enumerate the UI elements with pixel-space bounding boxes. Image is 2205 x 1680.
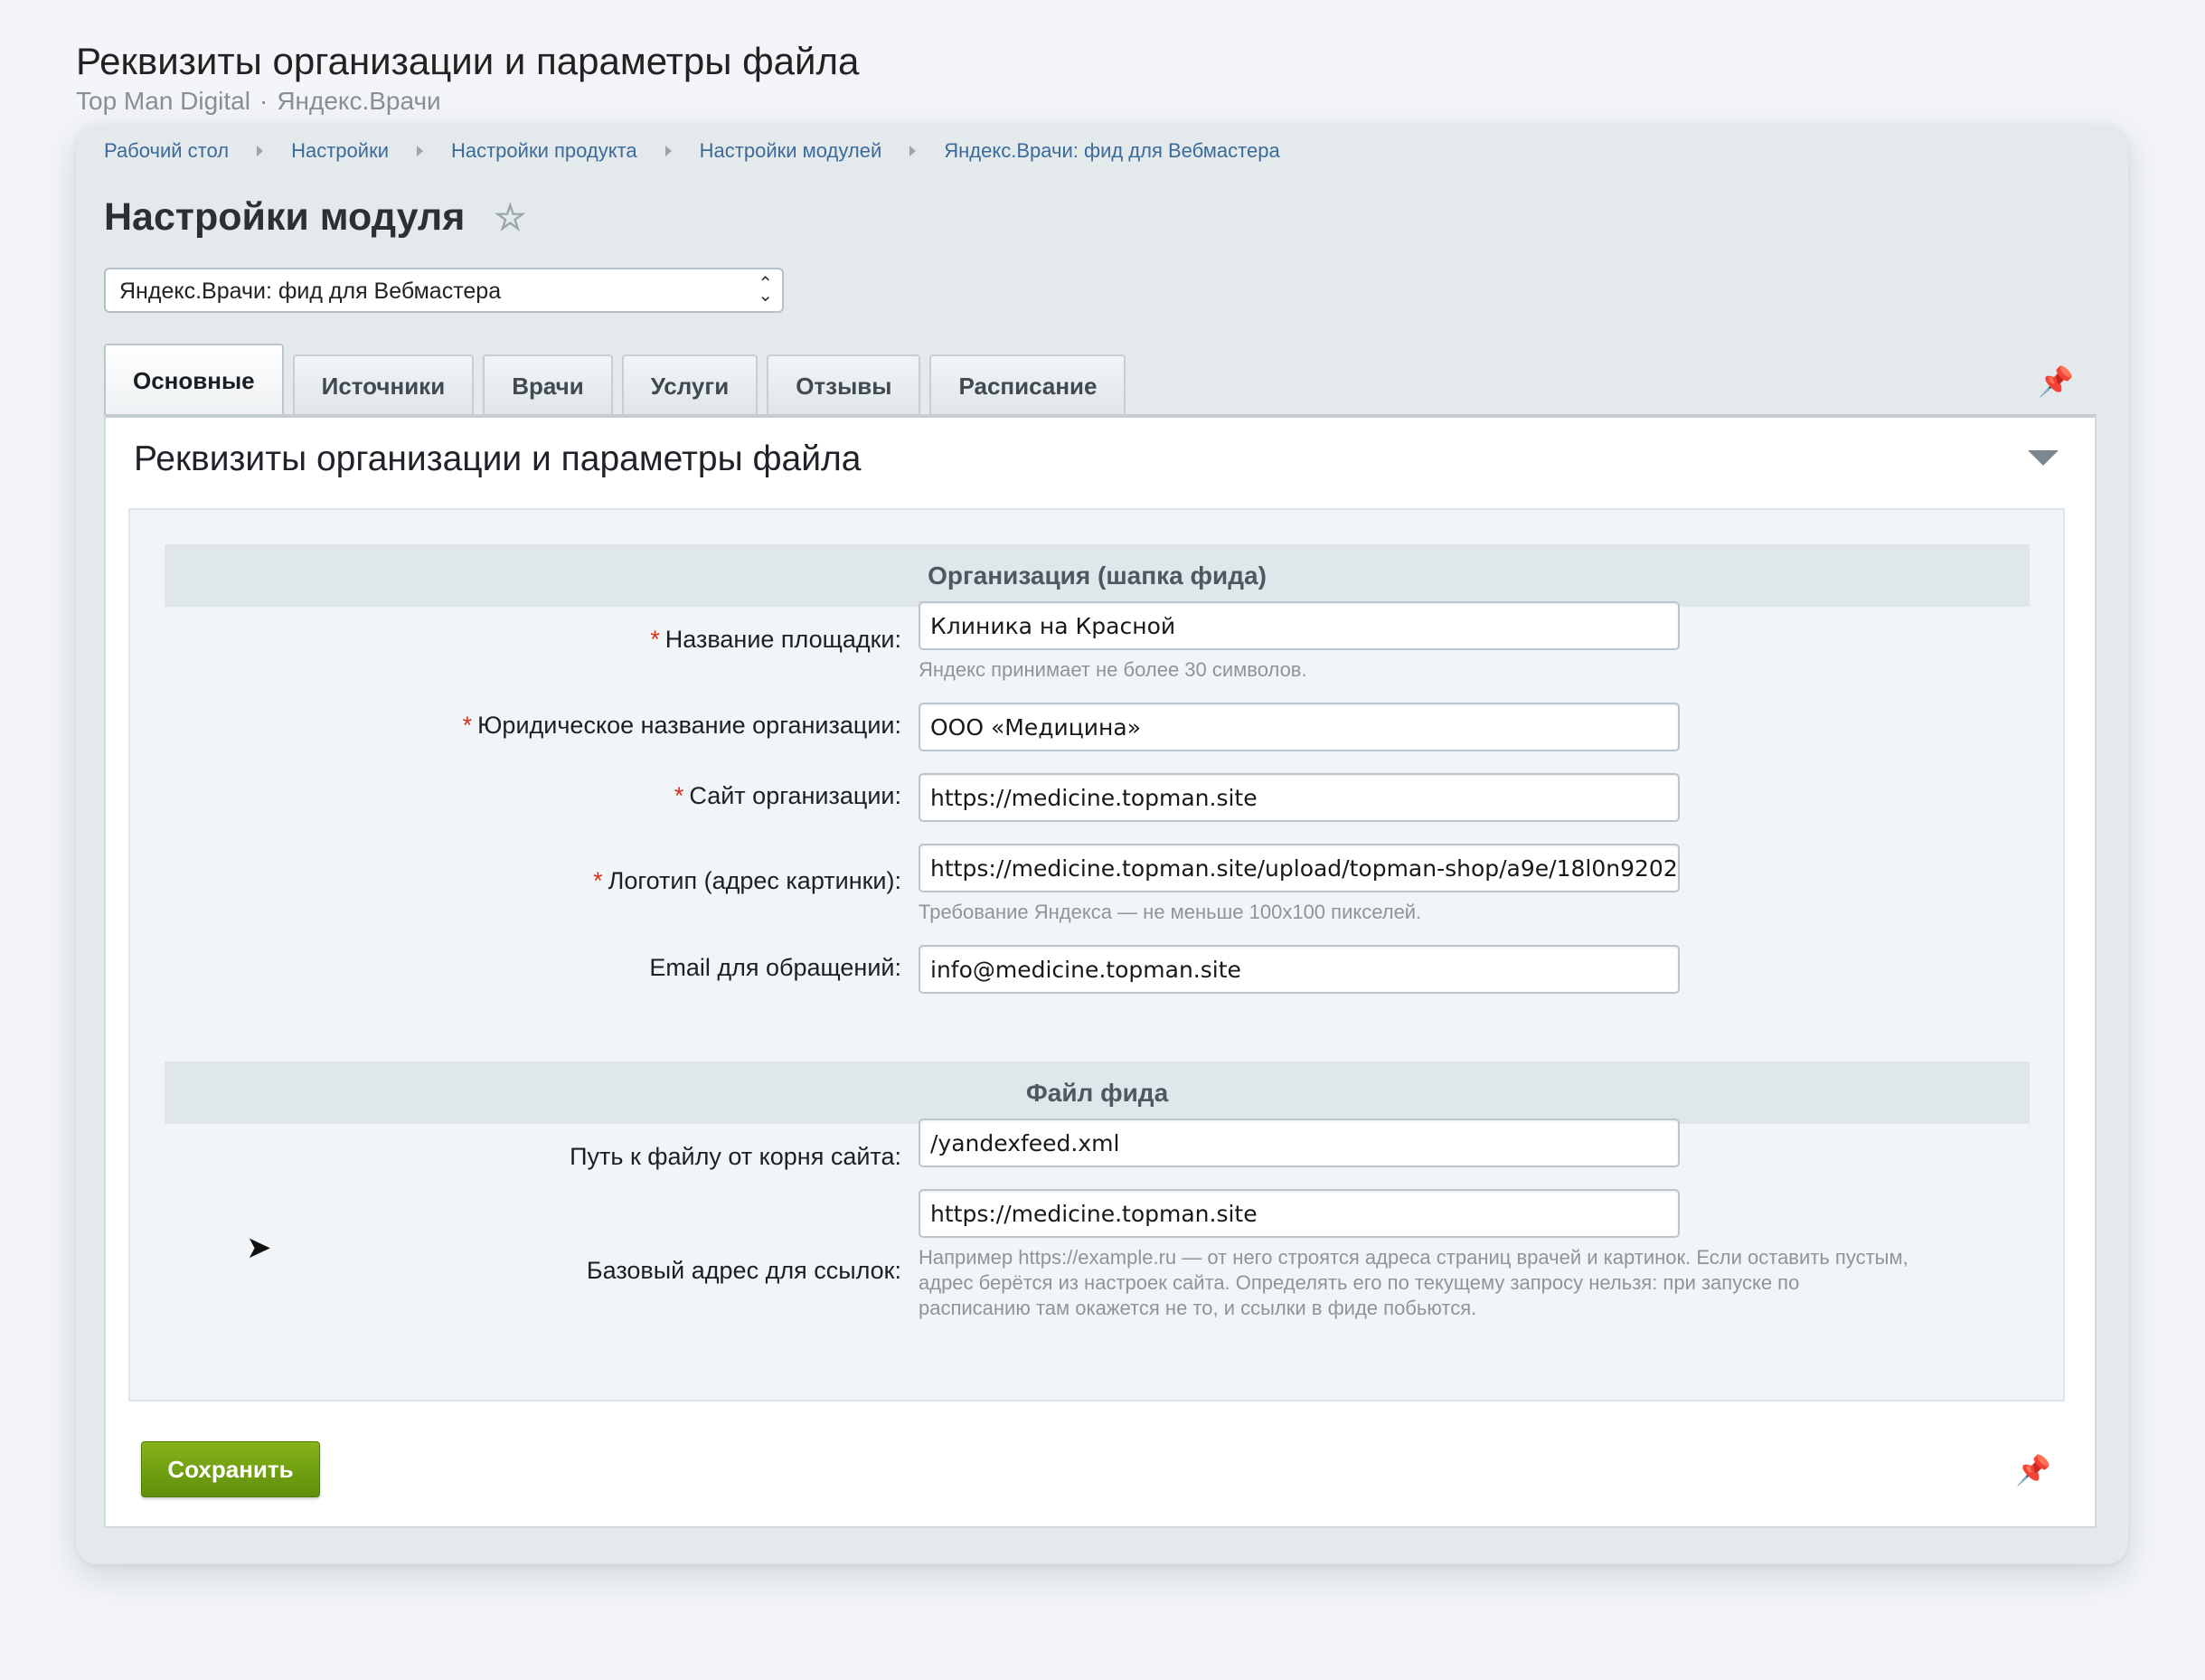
subtitle-separator: · xyxy=(259,87,269,115)
logo-label-text: Логотип (адрес картинки): xyxy=(608,867,901,894)
base-url-hint: Например https://example.ru — от него ст… xyxy=(919,1245,1908,1321)
email-label: Email для обращений: xyxy=(649,954,901,981)
tab-content: Реквизиты организации и параметры файла … xyxy=(104,414,2097,1528)
module-title: Настройки модуля ☆ xyxy=(104,195,526,240)
group-organization-header: Организация (шапка фида) xyxy=(165,544,2030,607)
module-select[interactable]: Яндекс.Врачи: фид для Вебмастера ⌃ ⌄ xyxy=(104,268,784,313)
company-name: Top Man Digital xyxy=(76,87,250,115)
breadcrumb-product-settings[interactable]: Настройки продукта xyxy=(451,139,637,163)
tab-reviews[interactable]: Отзывы xyxy=(767,354,921,416)
pin-icon[interactable]: 📌 xyxy=(2015,1453,2051,1487)
base-url-hint-line: Например https://example.ru — от него ст… xyxy=(919,1246,1908,1269)
tab-services[interactable]: Услуги xyxy=(621,354,759,416)
website-input[interactable]: https://medicine.topman.site xyxy=(919,773,1680,822)
email-input[interactable]: info@medicine.topman.site xyxy=(919,945,1680,994)
group-file-header: Файл фида xyxy=(165,1062,2030,1124)
site-name-hint: Яндекс принимает не более 30 символов. xyxy=(919,658,1307,681)
site-name-label: * Название площадки: xyxy=(650,626,901,654)
breadcrumb-module-settings[interactable]: Настройки модулей xyxy=(700,139,882,163)
save-button[interactable]: Сохранить xyxy=(141,1441,320,1497)
module-title-text: Настройки модуля xyxy=(104,195,466,239)
breadcrumb-current-module[interactable]: Яндекс.Врачи: фид для Вебмастера xyxy=(944,139,1279,163)
logo-hint: Требование Яндекса — не меньше 100х100 п… xyxy=(919,901,1422,923)
section-title: Реквизиты организации и параметры файла xyxy=(134,439,862,478)
required-marker: * xyxy=(650,626,660,653)
tab-bar: Основные Источники Врачи Услуги Отзывы Р… xyxy=(104,344,1135,416)
breadcrumb-arrow-icon xyxy=(664,146,672,156)
admin-window: Рабочий стол Настройки Настройки продукт… xyxy=(76,125,2128,1564)
website-label-text: Сайт организации: xyxy=(689,782,901,809)
legal-name-input[interactable]: ООО «Медицина» xyxy=(919,703,1680,751)
required-marker: * xyxy=(674,782,684,809)
page-title: Реквизиты организации и параметры файла xyxy=(76,40,860,82)
mouse-cursor-icon: ➤ xyxy=(246,1231,272,1265)
module-select-value: Яндекс.Врачи: фид для Вебмастера xyxy=(119,278,502,304)
page-subtitle: Top Man Digital · Яндекс.Врачи xyxy=(76,85,859,118)
pin-icon[interactable]: 📌 xyxy=(2038,364,2074,399)
page-header: Реквизиты организации и параметры файла … xyxy=(76,36,859,118)
chevron-updown-icon: ⌃ ⌄ xyxy=(758,274,773,306)
tab-main[interactable]: Основные xyxy=(104,344,284,416)
legal-name-label-text: Юридическое название организации: xyxy=(477,712,901,739)
site-name-label-text: Название площадки: xyxy=(664,626,901,653)
breadcrumb: Рабочий стол Настройки Настройки продукт… xyxy=(104,139,1280,163)
tab-doctors[interactable]: Врачи xyxy=(483,354,613,416)
tab-sources[interactable]: Источники xyxy=(292,354,475,416)
base-url-label: Базовый адрес для ссылок: xyxy=(586,1257,901,1284)
required-marker: * xyxy=(593,867,603,894)
breadcrumb-desktop[interactable]: Рабочий стол xyxy=(104,139,229,163)
base-url-input[interactable]: https://medicine.topman.site xyxy=(919,1189,1680,1238)
base-url-hint-line: адрес берётся из настроек сайта. Определ… xyxy=(919,1271,1800,1294)
form-panel: Организация (шапка фида) * Название площа… xyxy=(128,508,2065,1402)
logo-label: * Логотип (адрес картинки): xyxy=(593,867,901,895)
legal-name-label: * Юридическое название организации: xyxy=(463,712,901,740)
breadcrumb-settings[interactable]: Настройки xyxy=(291,139,389,163)
collapse-triangle-icon[interactable] xyxy=(2028,450,2059,466)
star-icon[interactable]: ☆ xyxy=(494,197,526,239)
breadcrumb-arrow-icon xyxy=(909,146,917,156)
tab-schedule[interactable]: Расписание xyxy=(929,354,1126,416)
breadcrumb-arrow-icon xyxy=(416,146,423,156)
breadcrumb-arrow-icon xyxy=(257,146,264,156)
required-marker: * xyxy=(462,712,473,739)
product-name: Яндекс.Врачи xyxy=(277,87,441,115)
site-name-input[interactable]: Клиника на Красной xyxy=(919,601,1680,650)
base-url-hint-line: расписанию там окажется не то, и ссылки … xyxy=(919,1297,1477,1319)
logo-url-input[interactable]: https://medicine.topman.site/upload/topm… xyxy=(919,844,1680,892)
website-label: * Сайт организации: xyxy=(674,782,901,810)
file-path-label: Путь к файлу от корня сайта: xyxy=(570,1143,901,1170)
file-path-input[interactable]: /yandexfeed.xml xyxy=(919,1118,1680,1167)
